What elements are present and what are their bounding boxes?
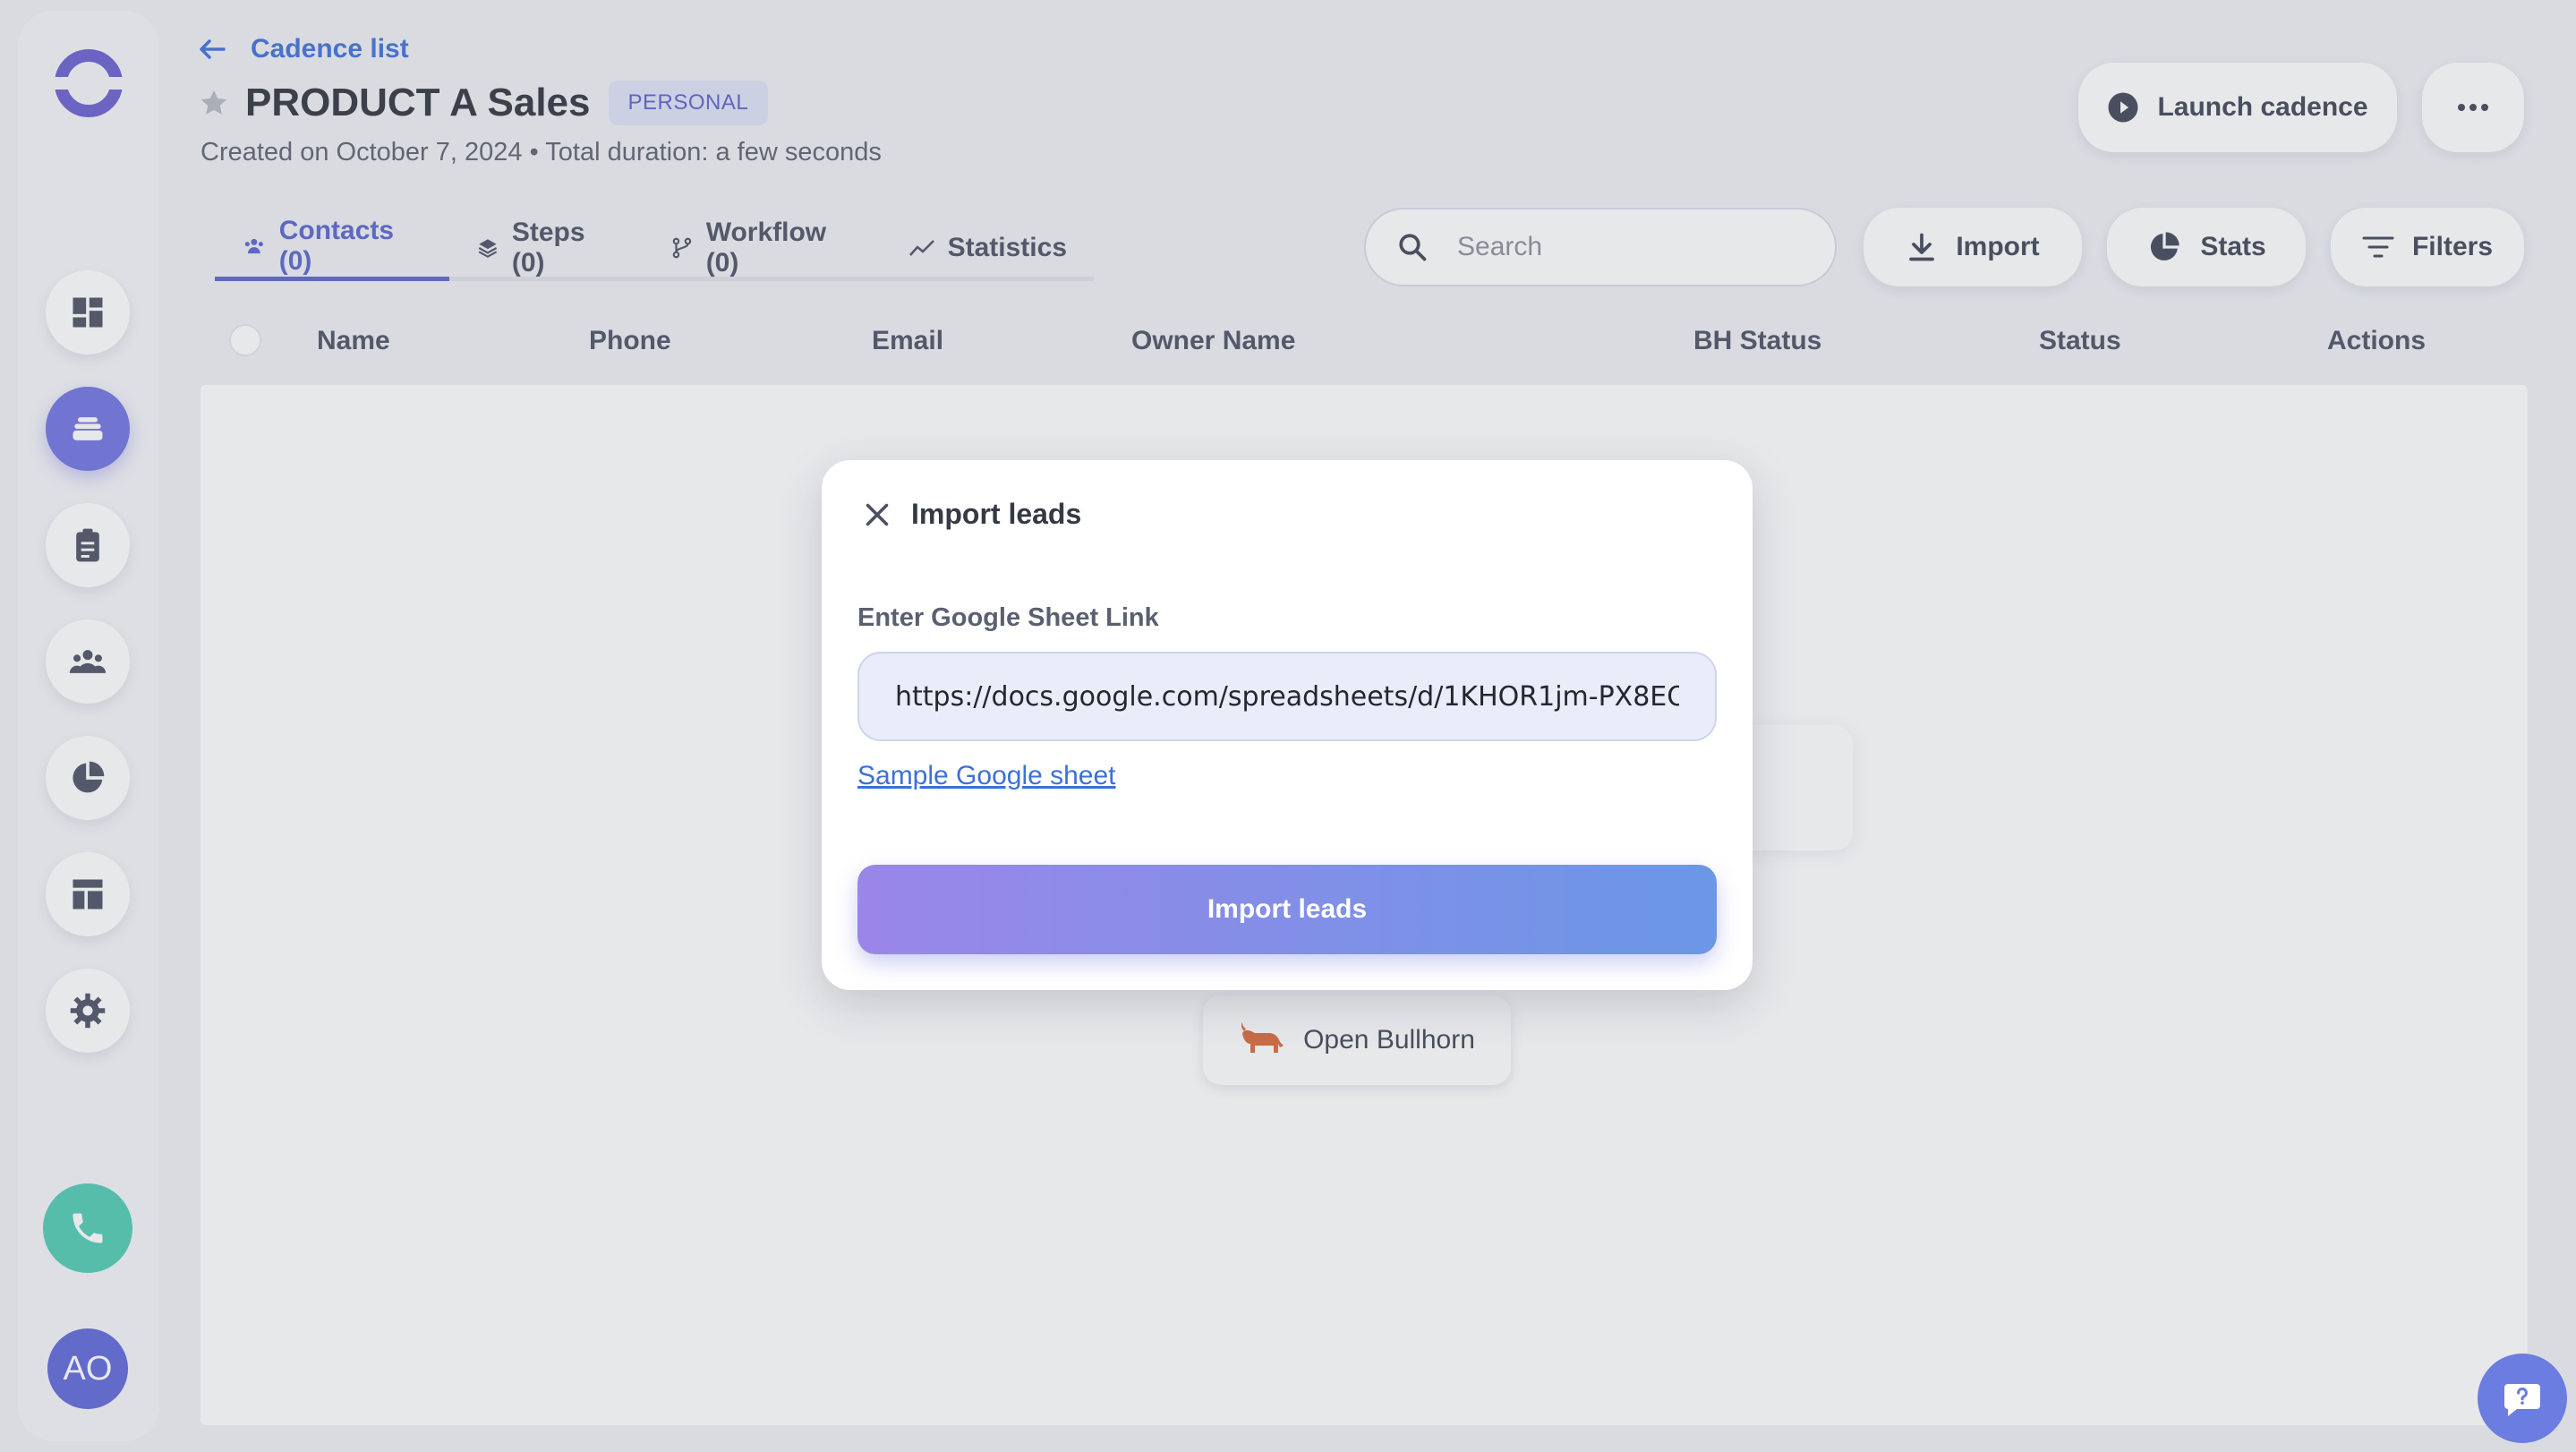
import-leads-button[interactable]: Import leads xyxy=(857,865,1717,954)
modal-title: Import leads xyxy=(911,498,1082,530)
sample-google-sheet-link[interactable]: Sample Google sheet xyxy=(857,761,1116,791)
google-sheet-link-label: Enter Google Sheet Link xyxy=(857,603,1159,632)
close-icon[interactable] xyxy=(861,499,893,531)
import-leads-modal: Import leads Enter Google Sheet Link Sam… xyxy=(822,460,1753,990)
chat-help-icon xyxy=(2504,1384,2540,1416)
google-sheet-link-input[interactable] xyxy=(857,652,1717,741)
help-chat-button[interactable] xyxy=(2478,1354,2567,1443)
